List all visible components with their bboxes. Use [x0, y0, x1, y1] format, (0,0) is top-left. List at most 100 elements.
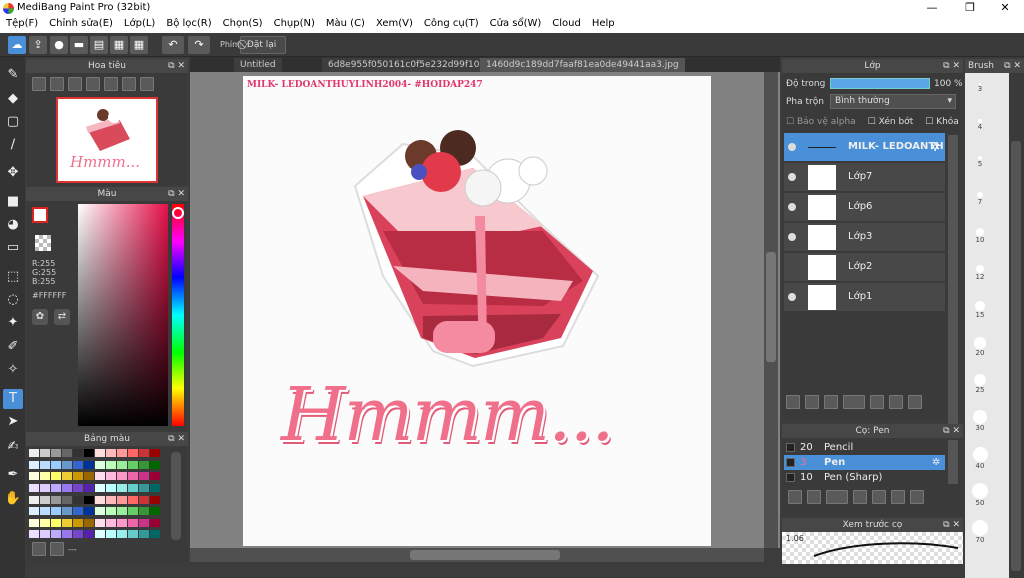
palette-swatch[interactable] [95, 530, 105, 539]
tab-untitled[interactable]: Untitled [234, 58, 282, 72]
brush-item[interactable]: 20 Pencil [784, 440, 945, 455]
palette-swatch[interactable] [150, 518, 160, 527]
pages-icon[interactable]: ▦ [110, 36, 128, 54]
palette-swatch[interactable] [40, 472, 50, 481]
palette-swatch[interactable] [117, 483, 127, 492]
palette-swatch[interactable] [73, 495, 83, 504]
palette-swatch[interactable] [40, 530, 50, 539]
palette-swatch[interactable] [106, 472, 116, 481]
grid-icon[interactable]: ▦ [130, 36, 148, 54]
brush-size-item[interactable]: 4 [966, 113, 994, 131]
palette-swatch[interactable] [29, 460, 39, 469]
swap-icon[interactable]: ⇄ [54, 309, 70, 325]
layer-scrollbar[interactable] [948, 135, 958, 435]
menu-color[interactable]: Màu (C) [320, 17, 370, 33]
palette-swatch[interactable] [139, 460, 149, 469]
layer-row[interactable]: Lớp7 [784, 163, 945, 192]
palette-scrollbar[interactable] [171, 452, 181, 540]
palette-swatch[interactable] [128, 472, 138, 481]
palette-swatch[interactable] [106, 483, 116, 492]
palette-swatch[interactable] [139, 507, 149, 516]
palette-swatch[interactable] [29, 483, 39, 492]
palette-swatch[interactable] [51, 483, 61, 492]
palette-swatch[interactable] [51, 495, 61, 504]
palette-icon[interactable]: ✿ [32, 309, 48, 325]
cloud-brush-icon[interactable] [788, 490, 802, 504]
palette-swatch[interactable] [62, 483, 72, 492]
menu-layer[interactable]: Lớp(L) [118, 17, 160, 33]
palette-swatch[interactable] [51, 472, 61, 481]
eye-icon[interactable] [788, 293, 796, 301]
brush-size-item[interactable]: 7 [966, 187, 994, 206]
share-icon[interactable]: ⇪ [29, 36, 47, 54]
new-halftone-layer-icon[interactable] [805, 395, 819, 409]
palette-swatch[interactable] [150, 495, 160, 504]
brush-item[interactable]: 10 Pen (Sharp) [784, 470, 945, 485]
rect-tool-icon[interactable]: ▢ [3, 112, 23, 132]
palette-swatch[interactable] [84, 530, 94, 539]
fill-rect-icon[interactable]: ■ [3, 192, 23, 212]
palette-swatch[interactable] [139, 518, 149, 527]
brush-size-item[interactable]: 70 [966, 520, 994, 544]
palette-swatch[interactable] [139, 495, 149, 504]
brush-size-item[interactable]: 12 [966, 261, 994, 281]
palette-swatch[interactable] [95, 495, 105, 504]
move-tool-icon[interactable]: ✥ [3, 163, 23, 183]
menu-window[interactable]: Cửa sổ(W) [484, 17, 547, 33]
layer-row[interactable]: Lớp6 [784, 193, 945, 222]
brush-settings-icon[interactable] [853, 490, 867, 504]
dot-tool-icon[interactable]: ∕ [3, 135, 23, 155]
palette-swatch[interactable] [139, 483, 149, 492]
palette-swatch[interactable] [73, 530, 83, 539]
palette-swatch[interactable] [51, 530, 61, 539]
panel-close-icon[interactable]: ⧉ ✕ [943, 59, 960, 73]
palette-swatch[interactable] [139, 449, 149, 457]
palette-swatch[interactable] [106, 495, 116, 504]
eraser-tool-icon[interactable]: ◆ [3, 89, 23, 109]
gear-icon[interactable]: ✲ [932, 455, 940, 470]
palette-swatch[interactable] [106, 507, 116, 516]
add-layer-menu-icon[interactable] [843, 395, 865, 409]
menu-tools[interactable]: Công cụ(T) [418, 17, 484, 33]
palette-swatch[interactable] [150, 460, 160, 469]
new-palette-icon[interactable] [32, 542, 46, 556]
blend-select[interactable]: Bình thường ▾ [830, 94, 956, 109]
palette-swatch[interactable] [128, 518, 138, 527]
layer-row[interactable]: Lớp3 [784, 223, 945, 252]
select-tool-icon[interactable]: ⬚ [3, 267, 23, 287]
menu-edit[interactable]: Chỉnh sửa(E) [43, 17, 118, 33]
palette-swatch[interactable] [139, 472, 149, 481]
clip-checkbox[interactable]: ☐ Xén bớt [868, 117, 914, 127]
palette-swatch[interactable] [150, 530, 160, 539]
actual-size-icon[interactable] [86, 77, 100, 91]
palette-swatch[interactable] [95, 460, 105, 469]
palette-swatch[interactable] [62, 518, 72, 527]
palette-swatch[interactable] [128, 460, 138, 469]
new-layer-icon[interactable] [786, 395, 800, 409]
eye-icon[interactable] [788, 173, 796, 181]
primary-color-swatch[interactable] [32, 207, 48, 223]
palette-swatch[interactable] [95, 449, 105, 457]
zoom-out-icon[interactable] [32, 77, 46, 91]
flip-icon[interactable] [122, 77, 136, 91]
merge-layer-icon[interactable] [908, 395, 922, 409]
horizontal-scroll-thumb[interactable] [410, 550, 560, 560]
palette-swatch[interactable] [73, 483, 83, 492]
palette-swatch[interactable] [84, 507, 94, 516]
palette-swatch[interactable] [117, 530, 127, 539]
palette-swatch[interactable] [40, 495, 50, 504]
eye-icon[interactable] [788, 143, 796, 151]
hue-handle[interactable] [172, 207, 184, 219]
palette-swatch[interactable] [117, 507, 127, 516]
palette-swatch[interactable] [62, 495, 72, 504]
palette-swatch[interactable] [51, 449, 61, 457]
horizontal-scrollbar[interactable] [190, 548, 764, 562]
menu-cloud[interactable]: Cloud [546, 17, 586, 33]
palette-swatch[interactable] [29, 507, 39, 516]
menu-view[interactable]: Xem(V) [370, 17, 418, 33]
eye-icon[interactable] [788, 203, 796, 211]
brush-folder-icon[interactable] [872, 490, 886, 504]
gear-icon[interactable]: ✲ [930, 140, 940, 154]
duplicate-brush-icon[interactable] [891, 490, 905, 504]
menu-help[interactable]: Help [586, 17, 620, 33]
